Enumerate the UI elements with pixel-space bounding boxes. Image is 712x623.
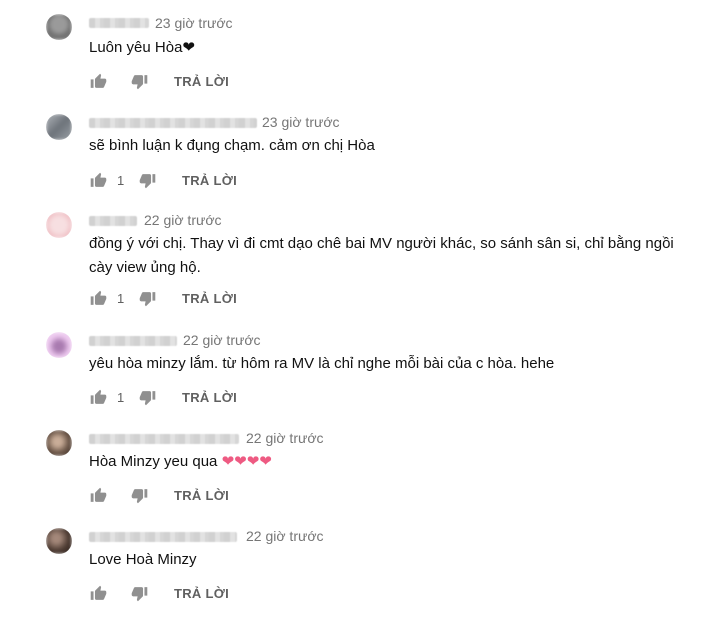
like-count: 1: [117, 290, 125, 306]
reply-button[interactable]: TRẢ LỜI: [182, 390, 237, 405]
comment-text: sẽ bình luận k đụng chạm. cảm ơn chị Hòa: [89, 137, 375, 154]
heart-emoji: ❤❤❤❤: [221, 453, 272, 470]
comment-text-body: Hòa Minzy yeu qua: [89, 453, 222, 470]
thumbs-up-icon[interactable]: [90, 172, 107, 189]
thumbs-down-icon[interactable]: [131, 487, 148, 504]
comment-timestamp[interactable]: 22 giờ trước: [183, 332, 261, 348]
thumbs-up-icon[interactable]: [90, 389, 107, 406]
comment-text-body: Luôn yêu Hòa: [89, 39, 183, 56]
reply-button[interactable]: TRẢ LỜI: [174, 488, 229, 503]
comment-actions: 1 TRẢ LỜI: [90, 387, 237, 407]
author-name-blurred[interactable]: [89, 118, 257, 128]
avatar[interactable]: [46, 332, 72, 358]
comment-text: yêu hòa minzy lắm. từ hôm ra MV là chỉ n…: [89, 355, 555, 372]
author-name-blurred[interactable]: [89, 216, 137, 226]
reply-button[interactable]: TRẢ LỜI: [182, 291, 237, 306]
comment-timestamp[interactable]: 23 giờ trước: [262, 114, 340, 130]
comment-actions: TRẢ LỜI: [90, 71, 229, 91]
avatar[interactable]: [46, 114, 72, 140]
thumbs-up-icon[interactable]: [90, 73, 107, 90]
avatar[interactable]: [46, 14, 72, 40]
thumbs-down-icon[interactable]: [139, 290, 156, 307]
avatar[interactable]: [46, 430, 72, 456]
author-name-blurred[interactable]: [89, 336, 177, 346]
thumbs-down-icon[interactable]: [139, 172, 156, 189]
reply-button[interactable]: TRẢ LỜI: [174, 74, 229, 89]
comment-actions: 1 TRẢ LỜI: [90, 170, 237, 190]
like-count: 1: [117, 389, 125, 405]
comment-text: Luôn yêu Hòa❤: [89, 36, 689, 60]
comment-text: Hòa Minzy yeu qua ❤❤❤❤: [89, 450, 689, 474]
comment-timestamp[interactable]: 22 giờ trước: [246, 528, 324, 544]
comment-timestamp[interactable]: 23 giờ trước: [155, 15, 233, 31]
comment-actions: TRẢ LỜI: [90, 583, 229, 603]
comment-timestamp[interactable]: 22 giờ trước: [246, 430, 324, 446]
comment-actions: TRẢ LỜI: [90, 485, 229, 505]
comment-actions: 1 TRẢ LỜI: [90, 288, 237, 308]
author-name-blurred[interactable]: [89, 18, 149, 28]
avatar[interactable]: [46, 528, 72, 554]
thumbs-up-icon[interactable]: [90, 487, 107, 504]
thumbs-up-icon[interactable]: [90, 290, 107, 307]
thumbs-down-icon[interactable]: [139, 389, 156, 406]
comment-text: đồng ý với chị. Thay vì đi cmt dạo chê b…: [89, 235, 674, 276]
author-name-blurred[interactable]: [89, 532, 237, 542]
author-name-blurred[interactable]: [89, 434, 239, 444]
thumbs-up-icon[interactable]: [90, 585, 107, 602]
thumbs-down-icon[interactable]: [131, 585, 148, 602]
thumbs-down-icon[interactable]: [131, 73, 148, 90]
reply-button[interactable]: TRẢ LỜI: [182, 173, 237, 188]
avatar[interactable]: [46, 212, 72, 238]
comment-text: Love Hoà Minzy: [89, 551, 197, 568]
heart-emoji: ❤: [182, 39, 195, 56]
comment-timestamp[interactable]: 22 giờ trước: [144, 212, 222, 228]
like-count: 1: [117, 172, 125, 188]
reply-button[interactable]: TRẢ LỜI: [174, 586, 229, 601]
